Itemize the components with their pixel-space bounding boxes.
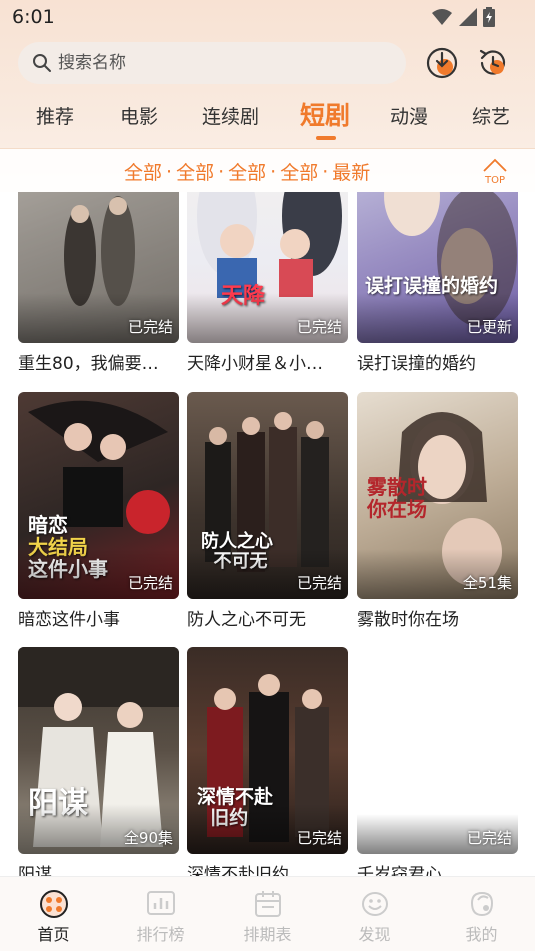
tab-variety[interactable]: 综艺 [472, 102, 510, 129]
poster-image[interactable]: 暗恋大结局这件小事 已完结 [18, 392, 179, 599]
filter-sort[interactable]: 最新 [332, 158, 370, 185]
filter-items: 全部 · 全部 · 全部 · 全部 · 最新 [124, 158, 370, 185]
search-input[interactable] [58, 53, 378, 73]
tab-short-drama[interactable]: 短剧 [300, 96, 350, 132]
video-card[interactable]: 雾散时 你在场 全51集 雾散时你在场 [357, 392, 518, 630]
tab-recommend[interactable]: 推荐 [36, 102, 74, 129]
status-badge: 已完结 [127, 318, 173, 336]
battery-icon [483, 7, 495, 27]
nav-home[interactable]: 首页 [0, 877, 107, 951]
card-title[interactable]: 防人之心不可无 [187, 605, 348, 630]
signal-icon [459, 8, 477, 26]
status-badge: 全90集 [123, 829, 173, 847]
card-title[interactable]: 重生80，我偏要… [18, 349, 179, 374]
card-title[interactable]: 天降小财星＆小… [187, 349, 348, 374]
download-icon [426, 47, 458, 79]
filter-bar: 全部 · 全部 · 全部 · 全部 · 最新 TOP [0, 148, 535, 192]
nav-ranking[interactable]: 排行榜 [107, 877, 214, 951]
nav-ranking-label: 排行榜 [136, 925, 185, 944]
video-card[interactable]: 已完结 千岁窃君心 [357, 647, 518, 876]
arrow-up-icon [483, 158, 507, 172]
video-card[interactable]: 暗恋大结局这件小事 已完结 暗恋这件小事 [18, 392, 179, 630]
search-box[interactable] [18, 42, 406, 84]
nav-profile[interactable]: 我的 [428, 877, 535, 951]
tab-movie[interactable]: 电影 [120, 102, 158, 129]
tab-series[interactable]: 连续剧 [202, 102, 259, 129]
status-icons [431, 7, 495, 27]
poster-image[interactable]: 防人之心 不可无 已完结 [187, 392, 348, 599]
filter-separator: · [218, 160, 225, 183]
search-icon [33, 54, 51, 72]
user-icon [467, 889, 497, 919]
video-card[interactable]: 防人之心 不可无 已完结 防人之心不可无 [187, 392, 348, 630]
status-time: 6:01 [12, 6, 55, 28]
discover-icon [360, 889, 390, 919]
poster-image[interactable]: 雾散时 你在场 全51集 [357, 392, 518, 599]
status-badge: 已完结 [296, 574, 342, 592]
poster-image[interactable]: 阳谋 全90集 [18, 647, 179, 854]
status-badge: 已更新 [466, 318, 512, 336]
poster-image[interactable]: 已完结 [357, 647, 518, 854]
status-badge: 已完结 [466, 829, 512, 847]
nav-discover[interactable]: 发现 [321, 877, 428, 951]
status-badge: 全51集 [462, 574, 512, 592]
card-title[interactable]: 暗恋这件小事 [18, 605, 179, 630]
filter-separator: · [270, 160, 277, 183]
tab-anime[interactable]: 动漫 [390, 102, 428, 129]
active-tab-indicator [316, 136, 336, 140]
filter-separator: · [322, 160, 329, 183]
bottom-nav: 首页 排行榜 排期表 发现 我的 [0, 876, 535, 951]
scroll-top-label: TOP [484, 175, 505, 186]
history-button[interactable] [474, 44, 512, 82]
poster-image[interactable]: 深情不赴 旧约 已完结 [187, 647, 348, 854]
card-title[interactable]: 阳谋 [18, 860, 179, 876]
filter-language[interactable]: 全部 [280, 158, 318, 185]
filter-type[interactable]: 全部 [124, 158, 162, 185]
scroll-top-button[interactable]: TOP [480, 157, 510, 187]
filter-region[interactable]: 全部 [176, 158, 214, 185]
chart-icon [146, 889, 176, 919]
wifi-icon [432, 9, 452, 25]
download-button[interactable] [423, 44, 461, 82]
card-title[interactable]: 深情不赴旧约 [187, 860, 348, 876]
filter-year[interactable]: 全部 [228, 158, 266, 185]
status-badge: 已完结 [296, 318, 342, 336]
card-title[interactable]: 雾散时你在场 [357, 605, 518, 630]
search-row [0, 42, 535, 86]
video-card[interactable]: 深情不赴 旧约 已完结 深情不赴旧约 [187, 647, 348, 876]
nav-schedule-label: 排期表 [243, 925, 292, 944]
card-title[interactable]: 误打误撞的婚约 [357, 349, 518, 374]
calendar-icon [253, 889, 283, 919]
video-card[interactable]: 阳谋 全90集 阳谋 [18, 647, 179, 876]
nav-schedule[interactable]: 排期表 [214, 877, 321, 951]
history-icon [479, 49, 506, 75]
category-tabs: 推荐 电影 连续剧 短剧 动漫 综艺 [0, 96, 535, 140]
status-bar: 6:01 [0, 0, 535, 36]
home-icon [39, 889, 69, 919]
filter-separator: · [166, 160, 173, 183]
nav-profile-label: 我的 [465, 925, 498, 944]
status-badge: 已完结 [127, 574, 173, 592]
status-badge: 已完结 [296, 829, 342, 847]
nav-home-label: 首页 [37, 925, 70, 944]
card-title[interactable]: 千岁窃君心 [357, 860, 518, 876]
nav-discover-label: 发现 [358, 925, 391, 944]
